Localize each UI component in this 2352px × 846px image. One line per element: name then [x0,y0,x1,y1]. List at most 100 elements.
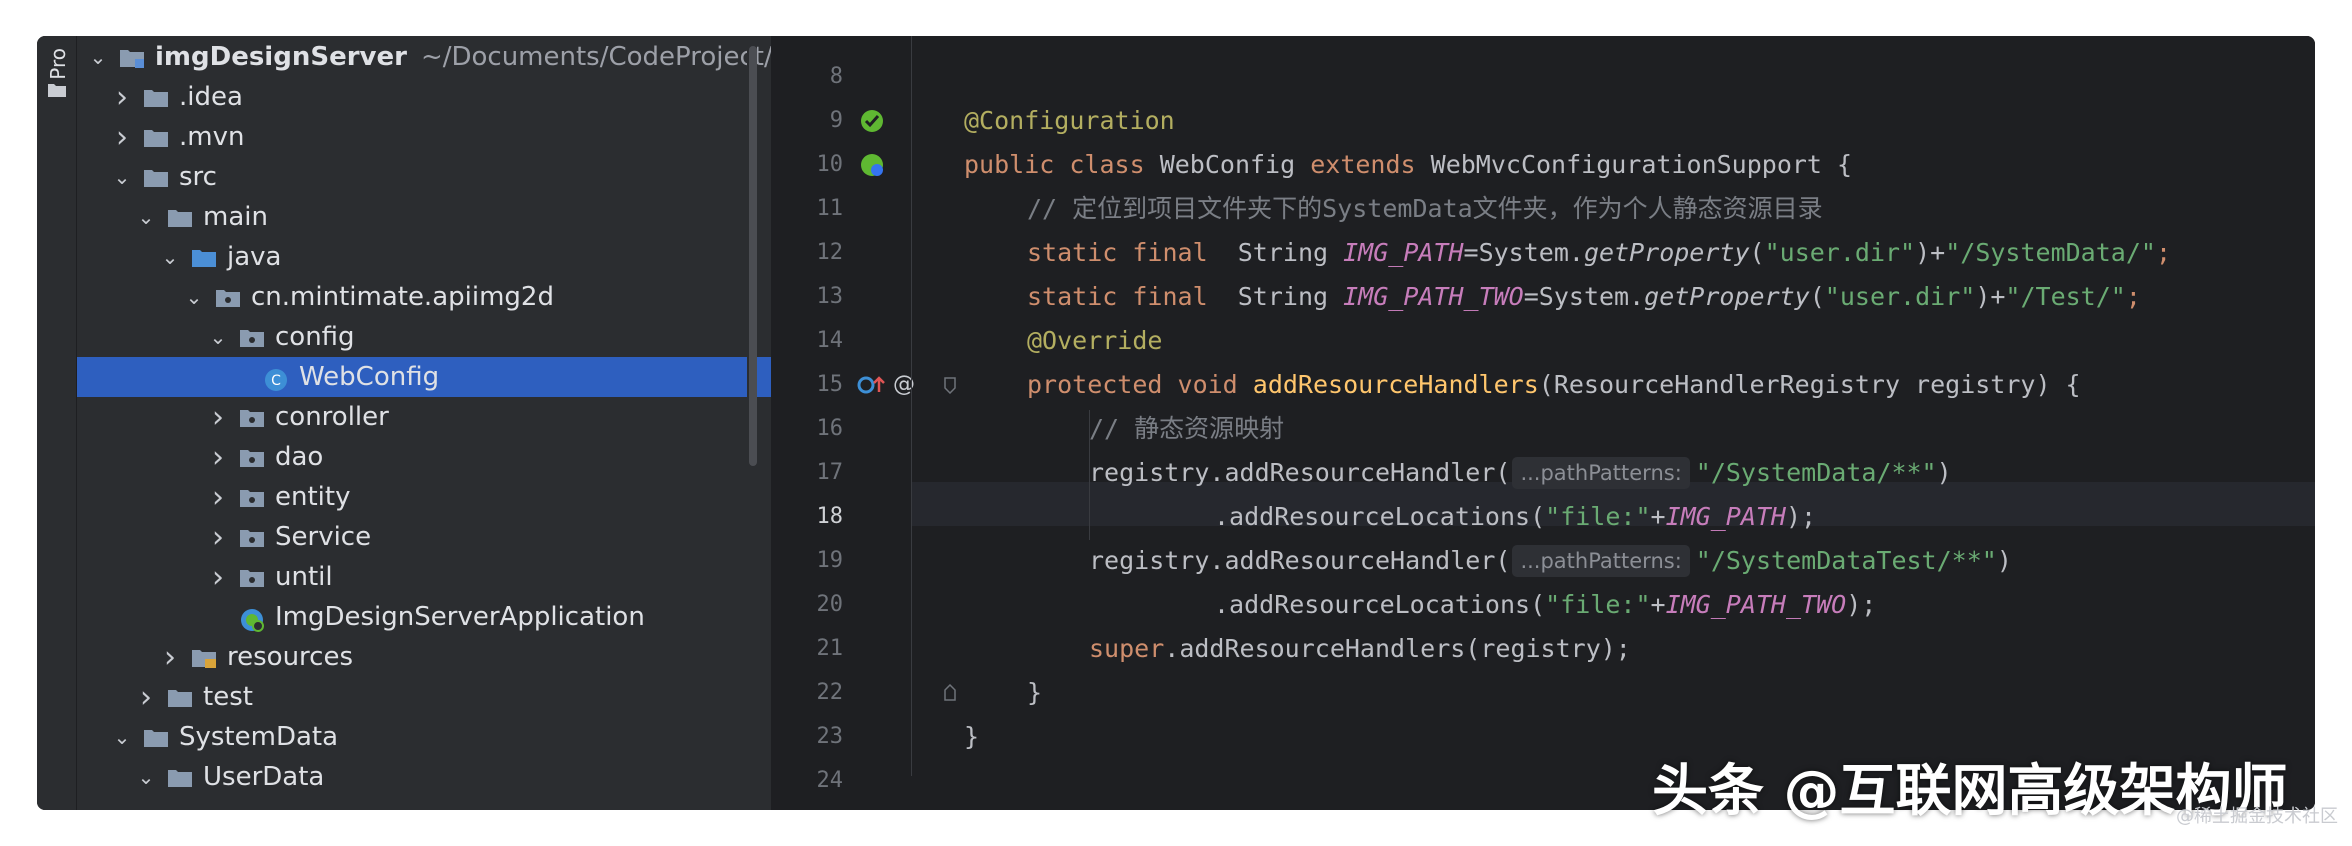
line-number[interactable]: 21 [771,627,844,671]
chevron-right-icon[interactable]: › [157,640,183,675]
line-number[interactable]: 10 [771,143,844,187]
line-number[interactable]: 15 [771,363,844,407]
line-number[interactable]: 11 [771,187,844,231]
chevron-down-icon[interactable]: ⌄ [181,285,207,309]
code-area[interactable]: @Configuration public class WebConfig ex… [911,36,2315,810]
tree-item-label: entity [275,482,351,512]
folder-icon [143,87,169,107]
package-icon [239,567,265,587]
class-icon: C [263,367,289,391]
chevron-right-icon[interactable]: › [109,120,135,155]
ide-window: Pro ⌄ imgDesignServer ~/Documents/CodePr… [37,36,2315,810]
tree-item-label: WebConfig [299,362,440,392]
tree-item[interactable]: ⌄ SystemData [77,717,811,757]
package-icon [239,487,265,507]
chevron-right-icon[interactable]: › [205,480,231,515]
line-number[interactable]: 9 [771,99,843,143]
scrollbar-thumb[interactable] [749,46,757,466]
chevron-right-icon[interactable]: › [205,440,231,475]
project-tool-tab[interactable]: Pro [46,48,70,80]
code-line-20: .addResourceLocations("file:"+IMG_PATH_T… [1214,590,1877,619]
fold-marker-icon[interactable] [943,363,957,407]
line-number[interactable]: 18 [771,495,844,539]
chevron-right-icon[interactable]: › [205,400,231,435]
tree-item[interactable]: › .mvn [77,117,811,157]
line-number[interactable]: 24 [771,759,844,803]
module-folder-icon [119,47,145,68]
watermark-sub: @稀土掘金技术社区 [2176,806,2338,827]
tree-item-label: resources [227,642,354,672]
tree-item-label: ImgDesignServerApplication [275,602,645,632]
tree-item-label: cn.mintimate.apiimg2d [251,282,554,312]
fold-marker-icon[interactable] [943,671,957,715]
folder-icon [143,167,169,187]
code-line-12: static final String IMG_PATH=System.getP… [1027,238,2171,267]
chevron-right-icon[interactable]: › [205,560,231,595]
tree-root[interactable]: ⌄ imgDesignServer ~/Documents/CodeProjec… [77,37,787,77]
tree-item-label: until [275,562,333,592]
code-line-17: registry.addResourceHandler(...pathPatte… [1089,457,1952,489]
tree-item-label: dao [275,442,324,472]
package-icon [239,447,265,467]
spring-bean-icon[interactable] [859,143,885,187]
line-number[interactable]: 13 [771,275,844,319]
chevron-down-icon[interactable]: ⌄ [205,325,231,349]
code-line-11: // 定位到项目文件夹下的SystemData文件夹，作为个人静态资源目录 [1027,194,1823,223]
chevron-right-icon[interactable]: › [205,520,231,555]
code-editor[interactable]: 8 9 10 11 12 13 14 15 16 17 18 19 20 21 22 23 24 @ @Conf… [771,36,2315,810]
project-name: imgDesignServer [155,42,407,72]
line-number[interactable]: 14 [771,319,844,363]
chevron-right-icon[interactable]: › [133,680,159,715]
source-folder-icon [191,247,217,267]
tree-item-label: .idea [179,82,243,112]
tree-item-label: SystemData [179,722,339,752]
tree-item[interactable]: ⌄ src [77,157,811,197]
code-line-14: @Override [1027,326,1163,355]
chevron-down-icon[interactable]: ⌄ [133,765,159,789]
line-number[interactable]: 8 [771,55,843,99]
tree-item[interactable]: ⌄ UserData [77,757,835,797]
tree-scrollbar[interactable] [747,36,757,810]
tree-item[interactable]: ⌄ java [77,237,859,277]
spring-config-icon[interactable] [859,99,885,143]
tree-item[interactable]: › .idea [77,77,811,117]
override-method-icon[interactable] [857,363,887,407]
code-line-21: super.addResourceHandlers(registry); [1089,634,1631,663]
line-number[interactable]: 12 [771,231,844,275]
line-number[interactable]: 23 [771,715,844,759]
tree-item-label: Service [275,522,372,552]
folder-icon [167,767,193,787]
line-number[interactable]: 22 [771,671,844,715]
code-line-9: @Configuration [964,106,1175,135]
line-number[interactable]: 20 [771,583,844,627]
line-number[interactable]: 16 [771,407,844,451]
chevron-down-icon[interactable]: ⌄ [133,205,159,229]
chevron-right-icon[interactable]: › [109,80,135,115]
folder-icon [143,727,169,747]
folder-icon [143,127,169,147]
tree-item[interactable]: ⌄ main [77,197,835,237]
package-icon [239,527,265,547]
tree-item[interactable]: ⌄ cn.mintimate.apiimg2d [77,277,883,317]
chevron-down-icon[interactable]: ⌄ [109,165,135,189]
tree-item-label: conroller [275,402,389,432]
tree-item[interactable]: › test [77,677,835,717]
tree-item-label: src [179,162,217,192]
project-tree: ⌄ imgDesignServer ~/Documents/CodeProjec… [77,36,931,810]
line-number[interactable]: 19 [771,539,844,583]
parameter-hint: ...pathPatterns: [1512,545,1690,577]
code-line-16: // 静态资源映射 [1089,414,1285,443]
tree-item-label: test [203,682,253,712]
chevron-down-icon[interactable]: ⌄ [109,725,135,749]
folder-icon[interactable] [47,82,67,98]
parameter-hint: ...pathPatterns: [1512,457,1690,489]
line-number[interactable]: 17 [771,451,844,495]
code-line-23: } [964,722,980,751]
chevron-down-icon[interactable]: ⌄ [157,245,183,269]
folder-icon [167,207,193,227]
chevron-down-icon[interactable]: ⌄ [85,45,111,69]
tool-window-strip: Pro [37,36,77,810]
code-line-10: public class WebConfig extends WebMvcCon… [964,150,1853,179]
tree-item[interactable]: › resources [77,637,859,677]
code-line-18: .addResourceLocations("file:"+IMG_PATH); [1214,502,1817,531]
